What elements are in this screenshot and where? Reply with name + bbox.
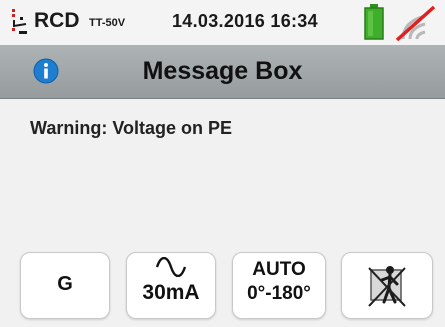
battery-icon [364, 4, 384, 40]
title-bar: Message Box [0, 45, 445, 99]
current-range-label: 30mA [142, 281, 200, 304]
status-bar: RCD TT-50V 14.03.2016 16:34 [0, 0, 445, 46]
page-title: Message Box [142, 57, 303, 85]
warning-message: Warning: Voltage on PE [30, 118, 232, 138]
current-range-button[interactable]: 30mA [126, 252, 216, 319]
mode-subtype: TT-50V [89, 17, 126, 29]
instrument-screen: RCD TT-50V 14.03.2016 16:34 Message Box … [0, 0, 445, 327]
ac-sine-wave-icon [155, 257, 187, 277]
phase-angle-label: 0°-180° [247, 283, 311, 304]
touch-voltage-button[interactable] [341, 252, 433, 319]
wireless-disabled-icon [395, 5, 436, 42]
ground-selector-label: G [57, 273, 73, 295]
date-time: 14.03.2016 16:34 [172, 11, 318, 31]
phase-mode-label: AUTO [252, 259, 306, 280]
phase-mode-button[interactable]: AUTO 0°-180° [232, 252, 326, 319]
no-touch-person-icon [368, 266, 406, 307]
ground-selector-button[interactable]: G [20, 252, 110, 319]
rcd-symbol-icon [12, 9, 27, 34]
measurement-mode: RCD [34, 9, 80, 32]
